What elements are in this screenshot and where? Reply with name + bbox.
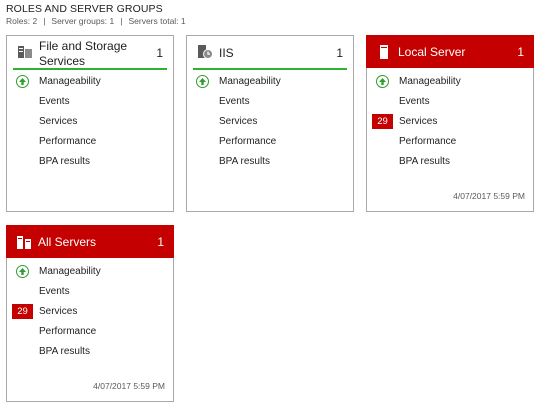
file-storage-icon (18, 46, 32, 58)
row-label: BPA results (219, 155, 270, 167)
services-alert-badge: 29 (372, 113, 393, 129)
row-label: Performance (39, 325, 97, 337)
row-label: Events (219, 95, 250, 107)
tile-header[interactable]: Local Server 1 (366, 35, 534, 68)
row-label: BPA results (39, 155, 90, 167)
row-bpa-results[interactable]: BPA results (7, 341, 173, 361)
iis-icon (198, 45, 213, 59)
row-label: BPA results (39, 345, 90, 357)
roles-count: Roles: 2 (6, 16, 38, 26)
row-services[interactable]: 29 Services (367, 111, 533, 131)
status-up-icon (16, 74, 29, 88)
row-label: Services (399, 115, 438, 127)
tile-title: All Servers (38, 235, 97, 249)
row-label: Manageability (219, 75, 281, 87)
row-manageability[interactable]: Manageability (367, 71, 533, 91)
row-services[interactable]: Services (7, 111, 173, 131)
row-services[interactable]: Services (187, 111, 353, 131)
server-icon (380, 45, 388, 59)
tile-all-servers[interactable]: All Servers 1 Manageability Events 29 Se… (6, 225, 174, 402)
row-label: Services (39, 115, 78, 127)
tile-count: 1 (517, 45, 524, 59)
tile-header[interactable]: File and Storage Services 1 (7, 36, 173, 71)
row-performance[interactable]: Performance (187, 131, 353, 151)
row-bpa-results[interactable]: BPA results (7, 151, 173, 171)
row-label: Services (219, 115, 258, 127)
row-label: Events (39, 285, 70, 297)
row-performance[interactable]: Performance (367, 131, 533, 151)
row-label: Manageability (39, 75, 101, 87)
row-label: Performance (399, 135, 457, 147)
status-bar (13, 68, 167, 70)
row-events[interactable]: Events (367, 91, 533, 111)
section-summary: Roles: 2 | Server groups: 1 | Servers to… (6, 16, 186, 26)
tile-count: 1 (157, 235, 164, 249)
row-manageability[interactable]: Manageability (7, 261, 173, 281)
tile-timestamp: 4/07/2017 5:59 PM (93, 381, 165, 391)
tile-title: Local Server (398, 45, 466, 59)
row-performance[interactable]: Performance (7, 321, 173, 341)
server-groups-count: Server groups: 1 (51, 16, 115, 26)
row-label: Performance (219, 135, 277, 147)
row-services[interactable]: 29 Services (7, 301, 173, 321)
row-events[interactable]: Events (7, 281, 173, 301)
row-performance[interactable]: Performance (7, 131, 173, 151)
row-label: Events (39, 95, 70, 107)
tile-header[interactable]: IIS 1 (187, 36, 353, 71)
tile-header[interactable]: All Servers 1 (6, 225, 174, 258)
row-bpa-results[interactable]: BPA results (367, 151, 533, 171)
row-label: BPA results (399, 155, 450, 167)
section-title: ROLES AND SERVER GROUPS (6, 3, 163, 15)
status-bar (193, 68, 347, 70)
separator: | (43, 16, 46, 26)
status-up-icon (376, 74, 389, 88)
row-label: Performance (39, 135, 97, 147)
status-up-icon (16, 264, 29, 278)
tile-file-storage-services[interactable]: File and Storage Services 1 Manageabilit… (6, 35, 174, 212)
services-alert-badge: 29 (12, 303, 33, 319)
separator: | (120, 16, 123, 26)
row-label: Manageability (39, 265, 101, 277)
row-label: Services (39, 305, 78, 317)
tile-iis[interactable]: IIS 1 Manageability Events Services Perf… (186, 35, 354, 212)
row-label: Events (399, 95, 430, 107)
servers-total-count: Servers total: 1 (128, 16, 186, 26)
row-events[interactable]: Events (187, 91, 353, 111)
tile-timestamp: 4/07/2017 5:59 PM (453, 191, 525, 201)
servers-icon (17, 236, 31, 249)
tile-title: File and Storage Services (39, 39, 128, 68)
tile-count: 1 (336, 46, 343, 60)
row-manageability[interactable]: Manageability (187, 71, 353, 91)
tile-local-server[interactable]: Local Server 1 Manageability Events 29 S… (366, 35, 534, 212)
row-label: Manageability (399, 75, 461, 87)
row-bpa-results[interactable]: BPA results (187, 151, 353, 171)
row-manageability[interactable]: Manageability (7, 71, 173, 91)
tile-count: 1 (156, 46, 163, 60)
status-up-icon (196, 74, 209, 88)
tile-title: IIS (219, 46, 234, 60)
row-events[interactable]: Events (7, 91, 173, 111)
